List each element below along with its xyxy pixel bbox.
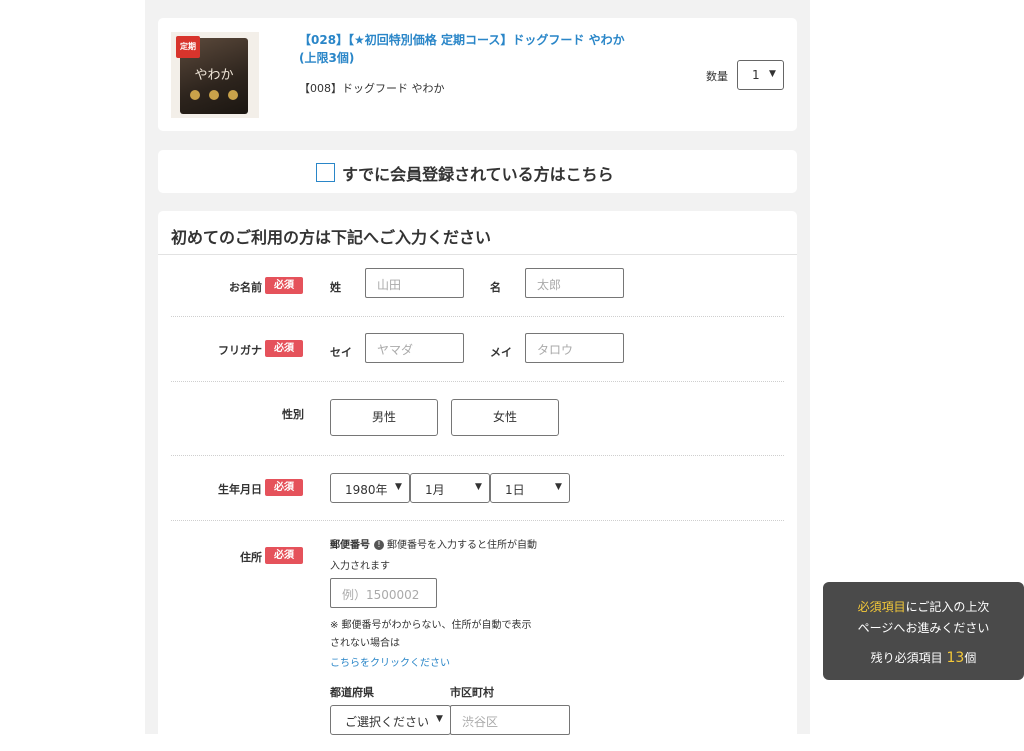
zip-header: 郵便番号! 郵便番号を入力すると住所が自動 (330, 536, 570, 555)
info-icon: ! (374, 540, 384, 550)
zip-hint: 郵便番号を入力すると住所が自動 (387, 540, 537, 551)
required-badge: 必須 (265, 340, 303, 357)
first-name-placeholder: 太郎 (537, 278, 562, 292)
address-help-link[interactable]: こちらをクリックください (330, 654, 450, 669)
toast-remaining-label: 残り必須項目 (870, 651, 943, 665)
gender-female-button[interactable]: 女性 (451, 399, 559, 436)
product-subtitle: 【008】ドッグフード やわか (299, 82, 445, 95)
birth-month-select[interactable]: 1月 ▼ (410, 473, 490, 503)
city-label: 市区町村 (450, 686, 494, 699)
first-kana-input[interactable]: タロウ (525, 333, 624, 363)
zip-placeholder: 例）1500002 (342, 588, 420, 602)
product-image: 定期 やわか (171, 32, 259, 118)
zip-code-input[interactable]: 例）1500002 (330, 578, 437, 608)
birth-year-select[interactable]: 1980年 ▼ (330, 473, 410, 503)
birth-day-value: 1日 (505, 483, 525, 497)
zip-note-line1: ※ 郵便番号がわからない、住所が自動で表示 (330, 620, 532, 631)
required-badge: 必須 (265, 277, 303, 294)
product-card: 定期 やわか 【028】【★初回特別価格 定期コース】ドッグフード やわか(上限… (158, 18, 797, 131)
last-name-label: 姓 (330, 281, 341, 294)
first-name-input[interactable]: 太郎 (525, 268, 624, 298)
row-divider (171, 316, 784, 317)
kana-label: フリガナ (218, 344, 262, 357)
city-placeholder: 渋谷区 (462, 715, 499, 729)
zip-note-line2: されない場合は (330, 638, 400, 649)
last-kana-placeholder: ヤマダ (377, 343, 414, 357)
toast-line1: 必須項目にご記入の上次 (823, 598, 1024, 615)
prefecture-value: ご選択ください (345, 715, 430, 729)
name-label: お名前 (229, 281, 262, 294)
member-login-card[interactable]: すでに会員登録されている方はこちら (158, 150, 797, 193)
address-label: 住所 (240, 551, 262, 564)
required-badge: 必須 (265, 547, 303, 564)
first-name-label: 名 (490, 281, 501, 294)
form-divider (158, 254, 797, 255)
main-column: 定期 やわか 【028】【★初回特別価格 定期コース】ドッグフード やわか(上限… (145, 0, 810, 751)
chevron-down-icon: ▼ (436, 714, 443, 724)
birthdate-label: 生年月日 (218, 483, 262, 496)
required-fields-toast: 必須項目にご記入の上次 ページへお進みください 残り必須項目 13個 (823, 582, 1024, 680)
member-login-text[interactable]: すでに会員登録されている方はこちら (342, 161, 614, 185)
birth-year-value: 1980年 (345, 483, 388, 497)
required-badge: 必須 (265, 479, 303, 496)
prefecture-select[interactable]: ご選択ください ▼ (330, 705, 451, 735)
subscription-badge: 定期 (176, 36, 200, 58)
city-input[interactable]: 渋谷区 (450, 705, 570, 735)
quantity-value: 1 (752, 68, 760, 82)
toast-remaining-unit: 個 (964, 651, 977, 665)
product-package: 定期 やわか (176, 36, 248, 114)
product-title-link[interactable]: 【028】【★初回特別価格 定期コース】ドッグフード やわか(上限3個) (299, 31, 629, 67)
zip-hint-line2: 入力されます (330, 561, 390, 572)
first-kana-placeholder: タロウ (537, 343, 574, 357)
first-kana-label: メイ (490, 346, 512, 359)
prefecture-label: 都道府県 (330, 686, 374, 699)
quantity-label: 数量 (706, 70, 728, 83)
package-logo: やわか (194, 68, 234, 83)
last-kana-label: セイ (330, 346, 352, 359)
last-name-placeholder: 山田 (377, 278, 402, 292)
gender-label: 性別 (282, 408, 304, 421)
form-heading: 初めてのご利用の方は下記へご入力ください (171, 228, 492, 247)
toast-line1-rest: にご記入の上次 (905, 600, 990, 614)
row-divider (171, 520, 784, 521)
registration-form: 初めてのご利用の方は下記へご入力ください お名前 必須 姓 山田 名 太郎 フリ… (158, 211, 797, 751)
chevron-down-icon: ▼ (555, 482, 562, 492)
birth-day-select[interactable]: 1日 ▼ (490, 473, 570, 503)
toast-line2: ページへお進みください (857, 621, 990, 635)
toast-highlight: 必須項目 (857, 600, 906, 614)
quantity-select[interactable]: 1 ▼ (737, 60, 784, 90)
package-decoration (190, 90, 238, 100)
member-checkbox[interactable] (316, 163, 335, 182)
toast-remaining: 残り必須項目 13個 (823, 649, 1024, 666)
chevron-down-icon: ▼ (769, 69, 776, 79)
zip-label: 郵便番号 (330, 540, 370, 551)
chevron-down-icon: ▼ (475, 482, 482, 492)
last-kana-input[interactable]: ヤマダ (365, 333, 464, 363)
toast-remaining-count: 13 (946, 650, 965, 666)
birth-month-value: 1月 (425, 483, 445, 497)
gender-male-button[interactable]: 男性 (330, 399, 438, 436)
last-name-input[interactable]: 山田 (365, 268, 464, 298)
row-divider (171, 455, 784, 456)
row-divider (171, 381, 784, 382)
chevron-down-icon: ▼ (395, 482, 402, 492)
